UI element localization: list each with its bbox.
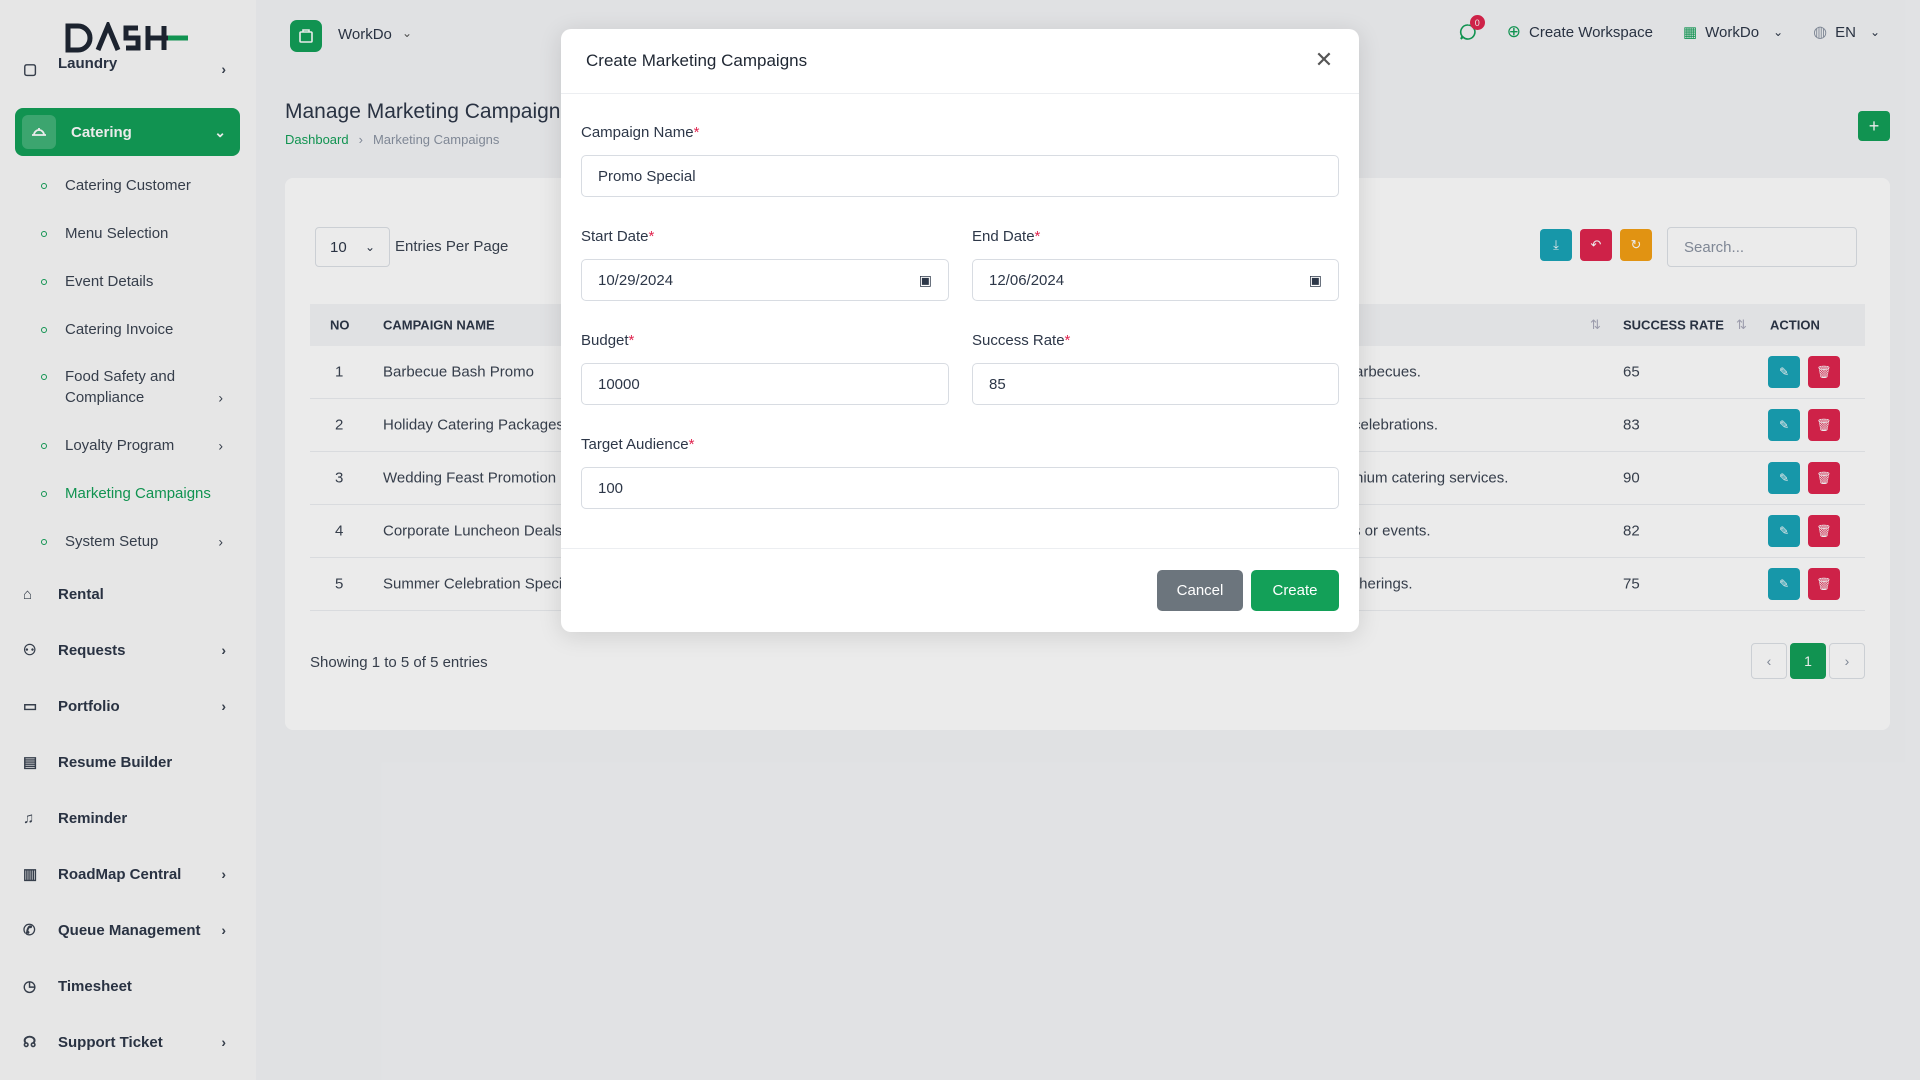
budget-label: Budget*	[581, 332, 634, 349]
input-value: Promo Special	[598, 167, 696, 185]
campaign-name-input[interactable]: Promo Special	[581, 155, 1339, 197]
required-mark: *	[648, 228, 655, 245]
label-text: Campaign Name	[581, 124, 694, 141]
label-text: Start Date	[581, 228, 649, 245]
modal-title: Create Marketing Campaigns	[586, 51, 808, 70]
success-rate-label: Success Rate*	[972, 332, 1070, 349]
close-button[interactable]: ✕	[1311, 47, 1337, 73]
start-date-label: Start Date*	[581, 228, 654, 245]
modal-header: Create Marketing Campaigns ✕	[561, 29, 1359, 94]
required-mark: *	[628, 332, 635, 349]
close-icon: ✕	[1314, 47, 1334, 72]
end-date-input[interactable]: 12/06/2024 ▣	[972, 259, 1339, 301]
input-value: 12/06/2024	[989, 271, 1065, 289]
input-value: 10/29/2024	[598, 271, 674, 289]
label-text: Target Audience	[581, 436, 689, 453]
end-date-label: End Date*	[972, 228, 1040, 245]
campaign-name-label: Campaign Name*	[581, 124, 699, 141]
calendar-icon[interactable]: ▣	[1309, 272, 1322, 289]
start-date-input[interactable]: 10/29/2024 ▣	[581, 259, 949, 301]
modal-footer: Cancel Create	[561, 548, 1359, 632]
cancel-button[interactable]: Cancel	[1157, 570, 1243, 611]
label-text: Success Rate	[972, 332, 1065, 349]
create-button[interactable]: Create	[1251, 570, 1339, 611]
required-mark: *	[1034, 228, 1041, 245]
calendar-icon[interactable]: ▣	[919, 272, 932, 289]
required-mark: *	[1064, 332, 1071, 349]
required-mark: *	[693, 124, 700, 141]
budget-input[interactable]: 10000	[581, 363, 949, 405]
input-value: 10000	[598, 375, 640, 393]
input-value: 100	[598, 479, 624, 497]
label-text: End Date	[972, 228, 1035, 245]
label-text: Budget	[581, 332, 629, 349]
create-campaign-modal: Create Marketing Campaigns ✕ Campaign Na…	[561, 29, 1359, 632]
target-audience-label: Target Audience*	[581, 436, 694, 453]
input-value: 85	[989, 375, 1006, 393]
target-audience-input[interactable]: 100	[581, 467, 1339, 509]
required-mark: *	[688, 436, 695, 453]
success-rate-input[interactable]: 85	[972, 363, 1339, 405]
